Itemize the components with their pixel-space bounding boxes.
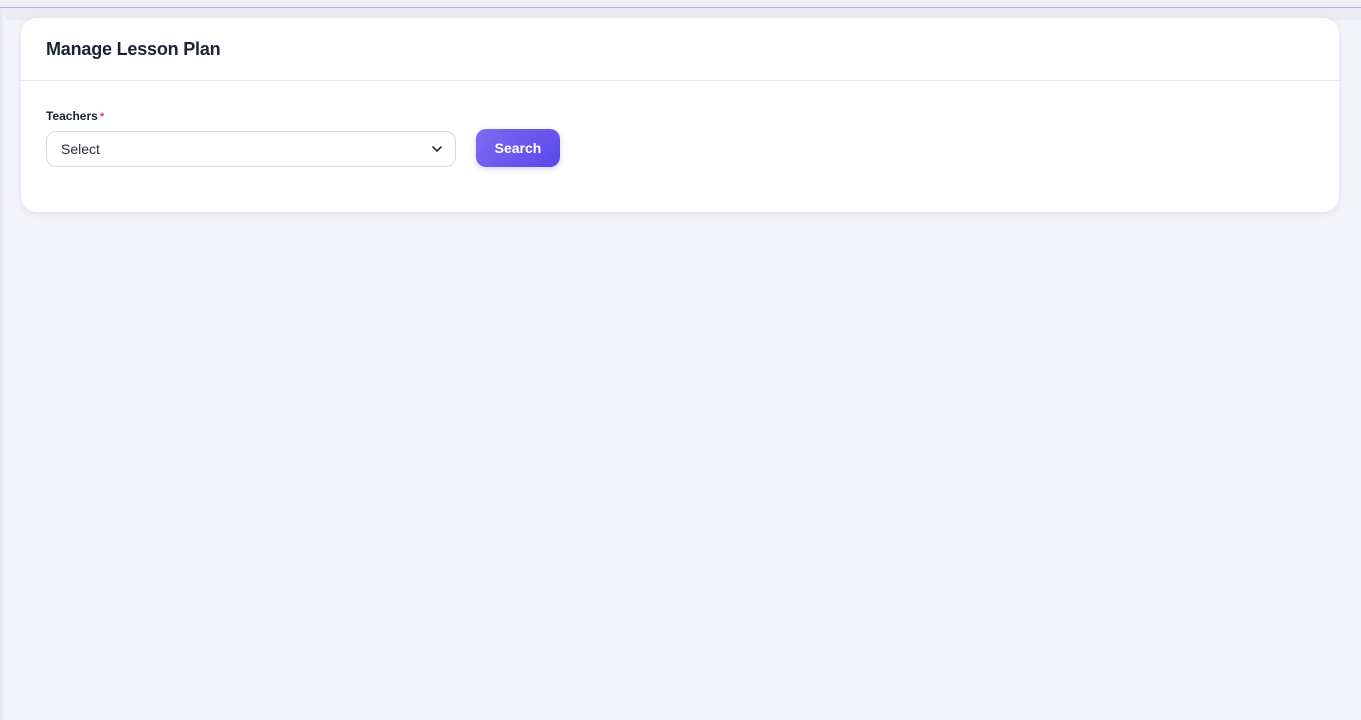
top-strip [0,0,1361,8]
teachers-select-value: Select [61,141,100,157]
teachers-label-text: Teachers [46,109,98,123]
search-button[interactable]: Search [476,129,560,167]
card-header: Manage Lesson Plan [21,18,1339,81]
page-title: Manage Lesson Plan [46,38,221,59]
manage-lesson-plan-card: Manage Lesson Plan Teachers * Select Sear… [21,18,1339,212]
card-body: Teachers * Select Search [21,81,1339,211]
chevron-down-icon [432,146,442,152]
left-edge-shade [0,8,6,720]
required-marker: * [99,111,105,123]
teachers-label: Teachers * [46,109,104,123]
teachers-select[interactable]: Select [46,131,456,167]
